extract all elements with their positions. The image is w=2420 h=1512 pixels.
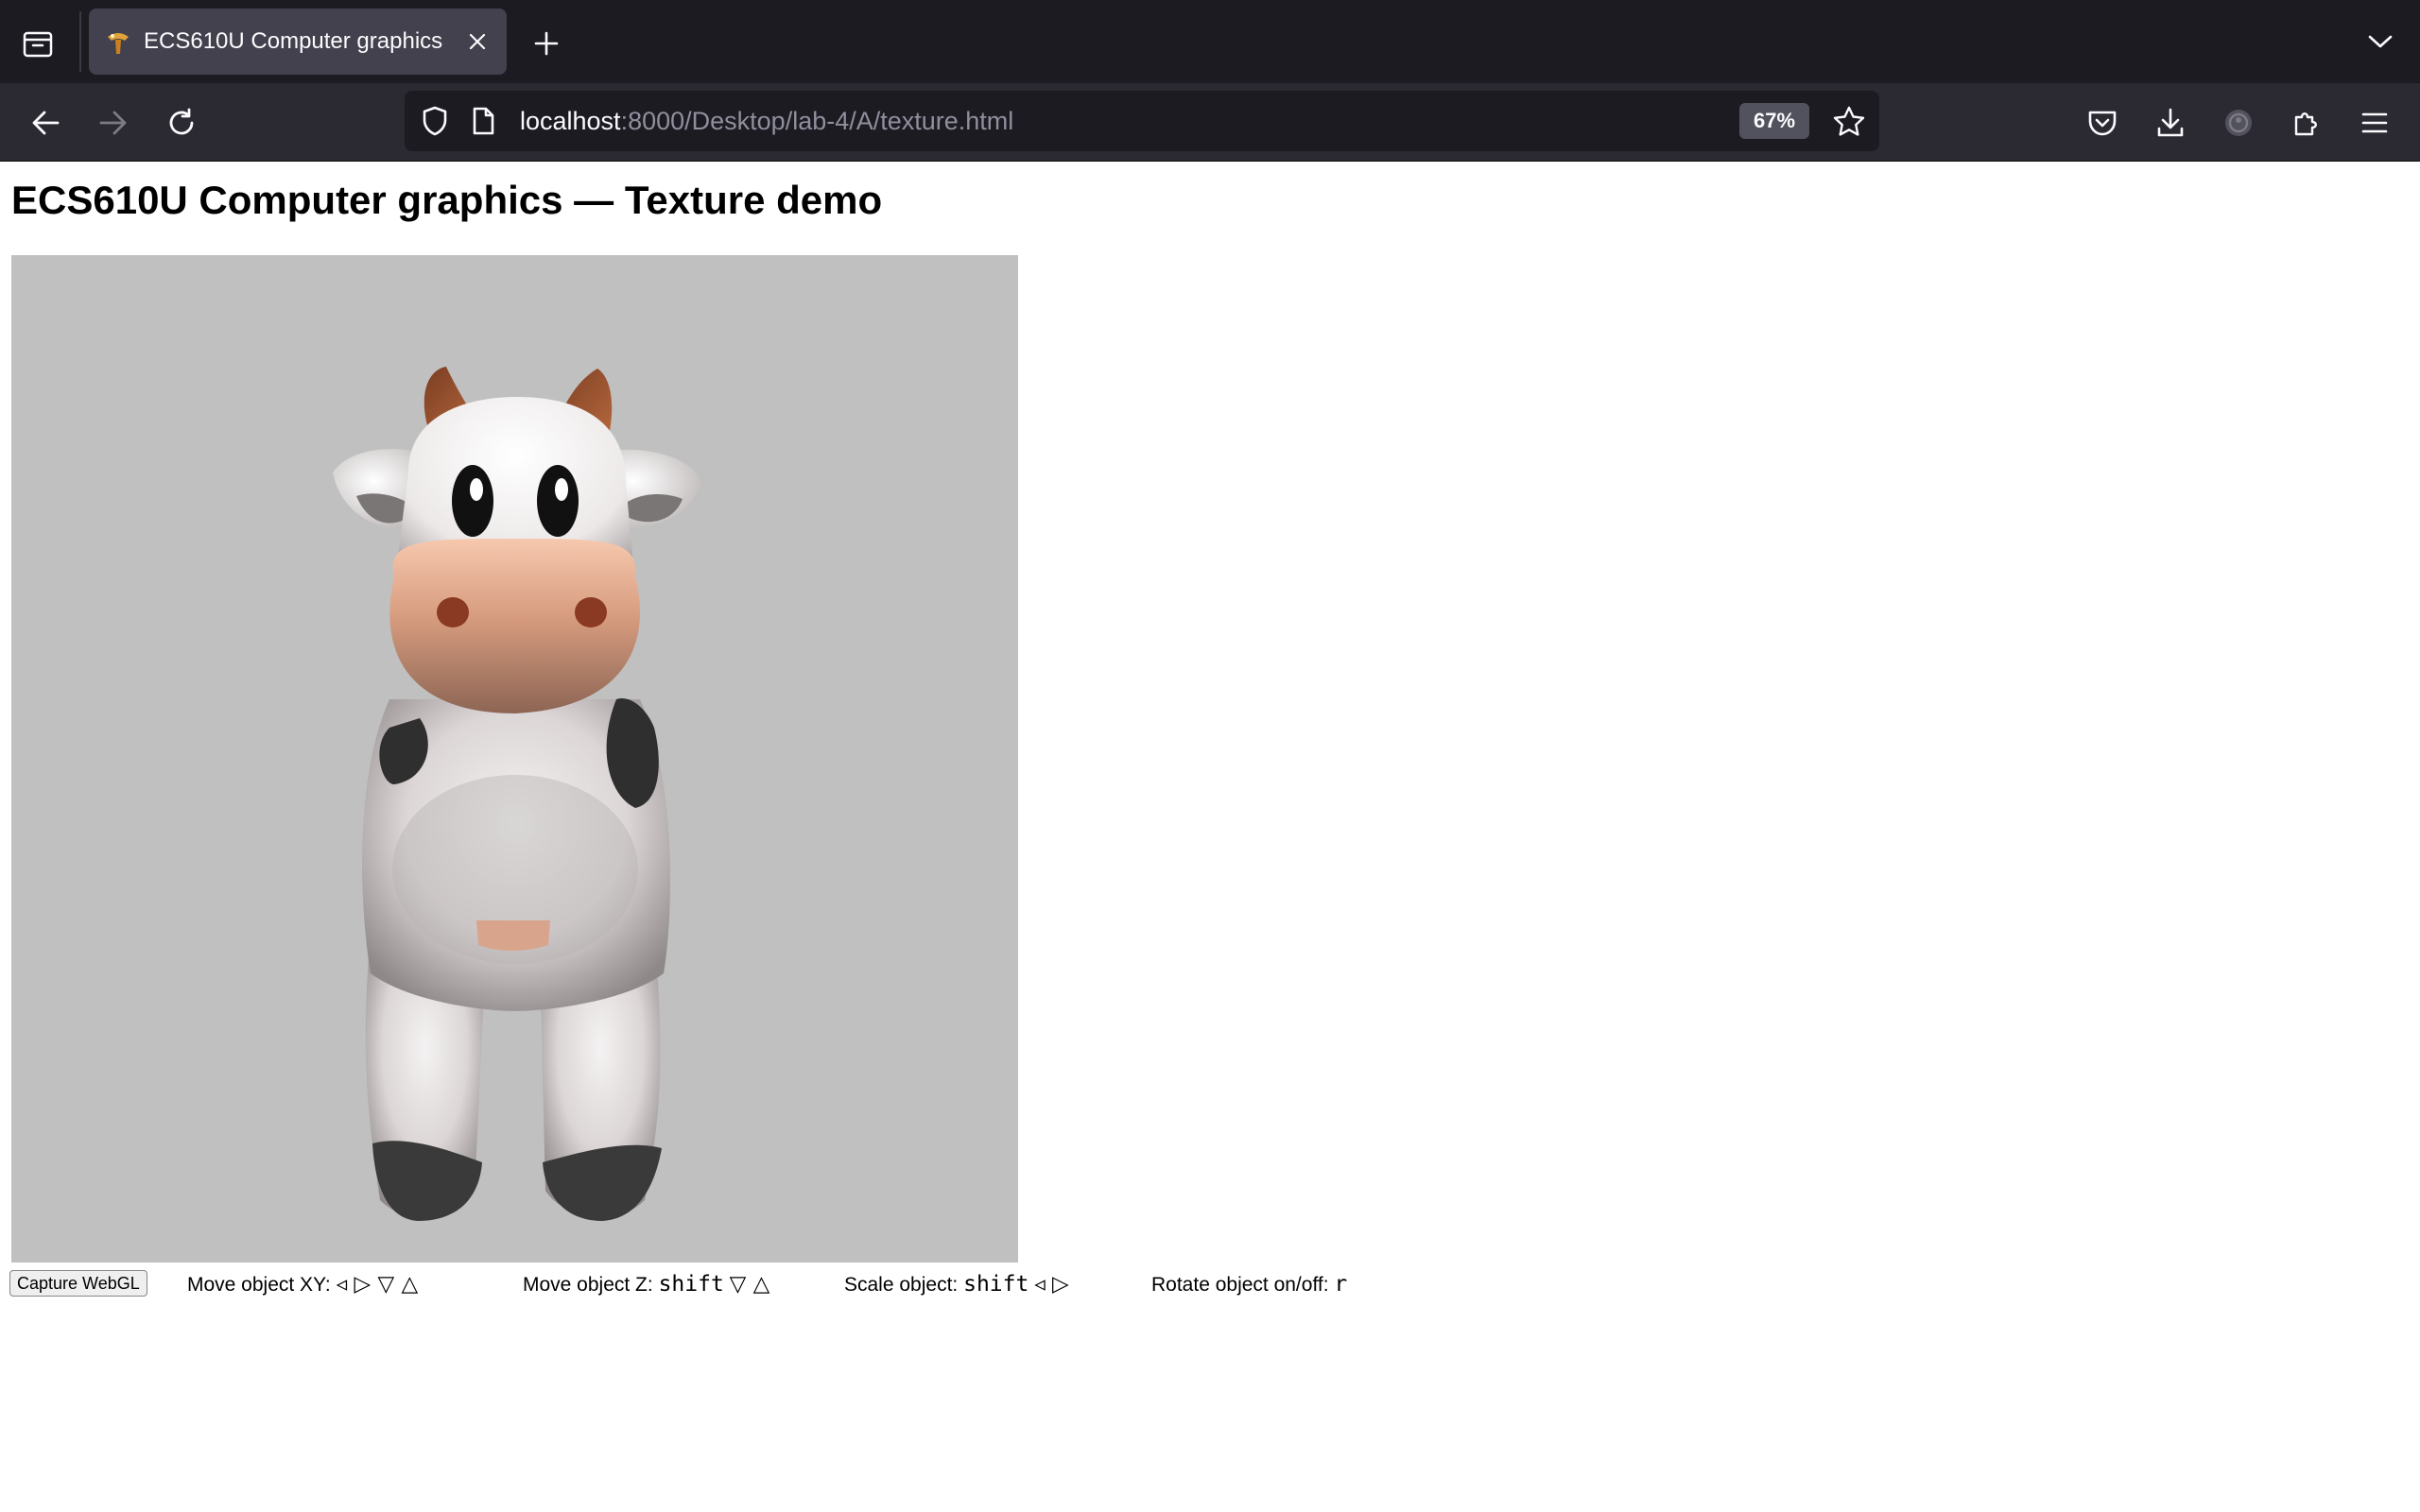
list-all-tabs-button[interactable] bbox=[2360, 23, 2401, 60]
downloads-button[interactable] bbox=[2148, 100, 2193, 146]
scale-label: Scale object: bbox=[844, 1274, 959, 1296]
page-title: ECS610U Computer graphics — Texture demo bbox=[11, 178, 883, 222]
firefox-view-button[interactable] bbox=[13, 19, 62, 68]
tab-close-button[interactable] bbox=[463, 27, 492, 56]
tab-bar: ECS610U Computer graphics bbox=[0, 0, 2420, 83]
back-button[interactable] bbox=[23, 100, 68, 146]
shield-icon bbox=[423, 106, 447, 136]
rotate-key: r bbox=[1334, 1272, 1348, 1297]
pocket-icon bbox=[2088, 111, 2117, 136]
move-z-modifier: shift bbox=[658, 1272, 724, 1297]
star-icon bbox=[1833, 106, 1865, 136]
controls-bar: Capture WebGL Move object XY: ◃ ▷ ▽ △ Mo… bbox=[0, 1266, 1418, 1304]
extensions-button[interactable] bbox=[2284, 100, 2329, 146]
tab-separator bbox=[79, 11, 81, 72]
new-tab-button[interactable] bbox=[526, 23, 567, 64]
puzzle-icon bbox=[2294, 112, 2317, 136]
account-icon bbox=[2225, 110, 2252, 136]
move-z-label: Move object Z: bbox=[523, 1274, 653, 1296]
move-xy-label: Move object XY: bbox=[187, 1274, 331, 1296]
url-text[interactable]: localhost:8000/Desktop/lab-4/A/texture.h… bbox=[520, 107, 1013, 136]
url-path: :8000/Desktop/lab-4/A/texture.html bbox=[620, 107, 1014, 135]
active-tab[interactable]: ECS610U Computer graphics bbox=[89, 9, 507, 75]
move-xy-hint: Move object XY: ◃ ▷ ▽ △ bbox=[187, 1272, 418, 1297]
arrow-right-icon bbox=[99, 111, 127, 135]
firefox-view-icon bbox=[23, 31, 53, 58]
forward-button[interactable] bbox=[91, 100, 136, 146]
move-z-keys: ▽ △ bbox=[729, 1272, 770, 1297]
move-xy-keys: ◃ ▷ ▽ △ bbox=[336, 1272, 419, 1297]
zoom-reset-button[interactable]: 67% bbox=[1739, 103, 1809, 139]
tracking-protection-button[interactable] bbox=[416, 102, 454, 140]
page-icon bbox=[473, 107, 494, 135]
rotate-label: Rotate object on/off: bbox=[1151, 1274, 1329, 1296]
move-z-hint: Move object Z: shift ▽ △ bbox=[523, 1272, 769, 1297]
reload-icon bbox=[169, 108, 194, 135]
bookmark-button[interactable] bbox=[1830, 102, 1868, 140]
scale-hint: Scale object: shift ◃ ▷ bbox=[844, 1272, 1069, 1297]
cow-model-image bbox=[333, 367, 701, 1221]
reload-button[interactable] bbox=[159, 100, 204, 146]
account-button[interactable] bbox=[2216, 100, 2261, 146]
url-host: localhost bbox=[520, 107, 621, 135]
hamburger-menu-icon bbox=[2361, 112, 2388, 133]
site-info-button[interactable] bbox=[467, 104, 499, 138]
scale-modifier: shift bbox=[963, 1272, 1029, 1297]
arrow-left-icon bbox=[32, 111, 60, 135]
chevron-down-icon bbox=[2368, 35, 2393, 48]
close-icon bbox=[469, 33, 486, 50]
tab-favicon-icon bbox=[108, 33, 129, 54]
navigation-toolbar: localhost:8000/Desktop/lab-4/A/texture.h… bbox=[0, 83, 2420, 162]
pocket-button[interactable] bbox=[2080, 100, 2125, 146]
app-menu-button[interactable] bbox=[2352, 100, 2397, 146]
plus-icon bbox=[534, 31, 559, 56]
scale-keys: ◃ ▷ bbox=[1034, 1272, 1069, 1297]
download-icon bbox=[2157, 108, 2184, 137]
capture-webgl-button[interactable]: Capture WebGL bbox=[9, 1270, 147, 1297]
url-bar[interactable]: localhost:8000/Desktop/lab-4/A/texture.h… bbox=[405, 91, 1879, 151]
tab-title: ECS610U Computer graphics bbox=[144, 28, 443, 54]
webgl-canvas[interactable] bbox=[11, 255, 1018, 1263]
rotate-hint: Rotate object on/off: r bbox=[1151, 1272, 1347, 1297]
